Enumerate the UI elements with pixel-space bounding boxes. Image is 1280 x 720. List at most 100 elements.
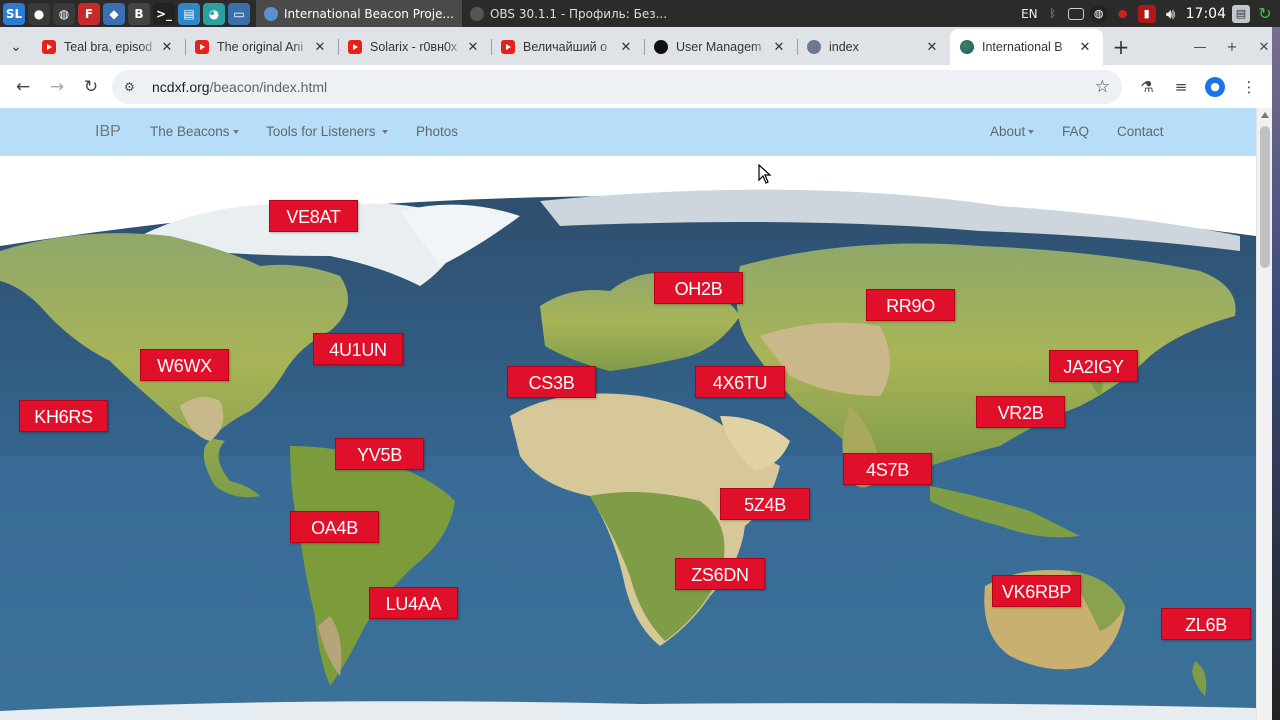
tab-title: index [829, 40, 859, 54]
nav-the-beacons-label: The Beacons [150, 124, 230, 139]
nav-photos[interactable]: Photos [416, 108, 458, 156]
browser-tab-strip: ⌄ Teal bra, episod ✕ The original Ani ✕ Sola… [0, 27, 1280, 65]
url-host: ncdxf.org [152, 78, 210, 95]
browser-tab[interactable]: Teal bra, episod ✕ [32, 29, 185, 65]
page-scrollbar[interactable] [1256, 108, 1272, 720]
youtube-icon [501, 40, 515, 54]
browser-tab[interactable]: Solarix - r0вн0х ✕ [338, 29, 491, 65]
dropdown-caret-icon [232, 130, 239, 135]
nav-faq[interactable]: FAQ [1062, 108, 1089, 156]
bluetooth-icon[interactable]: ᛒ [1044, 5, 1062, 23]
task-app-icon [264, 6, 278, 21]
beacon-label-lu4aa[interactable]: LU4AA [369, 587, 458, 619]
tab-title: Teal bra, episod [64, 40, 153, 54]
tab-close-icon[interactable]: ✕ [1077, 39, 1093, 55]
beacon-label-4s7b[interactable]: 4S7B [843, 453, 932, 485]
minimize-icon[interactable]: — [1184, 40, 1216, 55]
beacon-label-ja2igy[interactable]: JA2IGY [1049, 350, 1138, 382]
nav-tools-for-listeners[interactable]: Tools for Listeners [266, 108, 389, 156]
browser-tab[interactable]: User Managem ✕ [644, 29, 797, 65]
obs-icon-2[interactable]: ◍ [53, 2, 75, 25]
beacon-label-kh6rs[interactable]: KH6RS [19, 400, 108, 432]
launcher-group: SL ● ◍ F ◆ B >_ ▤ ◕ ▭ [0, 2, 250, 25]
mouse-cursor-icon [758, 164, 772, 184]
beacon-label-yv5b[interactable]: YV5B [335, 438, 424, 470]
terminal-icon[interactable]: >_ [153, 2, 175, 25]
browser-tab[interactable]: International B ✕ [950, 29, 1103, 65]
scroll-up-arrow-icon[interactable] [1261, 112, 1269, 118]
filezilla-icon[interactable]: F [78, 2, 100, 25]
maximize-icon[interactable]: + [1216, 40, 1248, 55]
clock[interactable]: 17:04 [1186, 6, 1226, 22]
system-tray: EN ᛒ ◍ ● ▮ 🔊︎ 17:04 ▤ ↻ [1021, 4, 1280, 23]
volume-icon[interactable]: 🔊︎ [1162, 5, 1180, 23]
youtube-icon [42, 40, 56, 54]
beacon-label-oh2b[interactable]: OH2B [654, 272, 743, 304]
ncdxf-globe-icon [960, 40, 974, 54]
beacon-label-oa4b[interactable]: OA4B [290, 511, 379, 543]
tab-close-icon[interactable]: ✕ [465, 39, 481, 55]
beacon-label-vr2b[interactable]: VR2B [976, 396, 1065, 428]
tab-close-icon[interactable]: ✕ [159, 39, 175, 55]
record-icon[interactable]: ● [1114, 5, 1132, 23]
youtube-icon [195, 40, 209, 54]
beacon-label-4u1un[interactable]: 4U1UN [313, 333, 403, 365]
address-bar[interactable]: ⚙ ncdxf.org/beacon/index.html ☆ [112, 69, 1122, 104]
avatar-icon: ● [1205, 76, 1225, 97]
beacon-label-5z4b[interactable]: 5Z4B [720, 488, 810, 520]
nav-the-beacons[interactable]: The Beacons [150, 108, 239, 156]
desktop-icon[interactable]: ▭ [228, 2, 250, 25]
media-control-icon[interactable]: ≡ [1164, 70, 1198, 104]
tab-close-icon[interactable]: ✕ [312, 39, 328, 55]
tab-close-icon[interactable]: ✕ [618, 39, 634, 55]
update-icon[interactable]: ↻ [1256, 4, 1274, 23]
beacon-label-4x6tu[interactable]: 4X6TU [695, 366, 785, 398]
forward-button[interactable]: → [40, 70, 74, 104]
globe-icon [807, 40, 821, 54]
beacon-label-zl6b[interactable]: ZL6B [1161, 608, 1251, 640]
keyboard-layout[interactable]: EN [1021, 7, 1038, 21]
dropdown-caret-icon [1028, 130, 1035, 135]
reload-button[interactable]: ↻ [74, 70, 108, 104]
app-b-icon[interactable]: B [128, 2, 150, 25]
profile-button[interactable]: ● [1198, 70, 1232, 104]
brand-link[interactable]: IBP [95, 108, 121, 156]
display-icon[interactable] [1067, 7, 1084, 20]
taskbar-task[interactable]: International Beacon Proje... [256, 0, 462, 27]
beacon-label-cs3b[interactable]: CS3B [507, 366, 596, 398]
task-app-icon [469, 6, 484, 21]
tab-title: Величайший о [523, 40, 608, 54]
bookmark-star-icon[interactable]: ☆ [1095, 77, 1110, 97]
network-icon[interactable]: ◕ [203, 2, 225, 25]
taskbar-task[interactable]: OBS 30.1.1 - Профиль: Без... [462, 0, 675, 27]
browser-tab[interactable]: index ✕ [797, 29, 950, 65]
site-info-icon[interactable]: ⚙ [124, 80, 142, 94]
sl-app-icon[interactable]: SL [3, 2, 25, 25]
menu-kebab-icon[interactable]: ⋮ [1232, 70, 1266, 104]
obs-tray-icon[interactable]: ◍ [1089, 4, 1108, 23]
beacon-label-w6wx[interactable]: W6WX [140, 349, 229, 381]
new-tab-button[interactable]: + [1103, 29, 1139, 65]
web-page: IBP The Beacons Tools for Listeners Phot… [0, 108, 1256, 720]
tab-close-icon[interactable]: ✕ [771, 39, 787, 55]
obs-icon[interactable]: ● [28, 2, 50, 25]
tab-search-chevron-icon[interactable]: ⌄ [0, 29, 32, 65]
back-button[interactable]: ← [6, 70, 40, 104]
beacon-label-zs6dn[interactable]: ZS6DN [675, 558, 765, 590]
dropdown-caret-icon [382, 130, 389, 135]
browser-tab[interactable]: The original Ani ✕ [185, 29, 338, 65]
nav-contact[interactable]: Contact [1117, 108, 1164, 156]
scroll-thumb[interactable] [1260, 126, 1270, 268]
beacon-label-rr9o[interactable]: RR9O [866, 289, 955, 321]
git-icon[interactable]: ◆ [103, 2, 125, 25]
notification-icon[interactable]: ▮ [1137, 4, 1156, 23]
browser-tab[interactable]: Величайший о ✕ [491, 29, 644, 65]
document-icon[interactable]: ▤ [178, 2, 200, 25]
beacon-label-vk6rbp[interactable]: VK6RBP [992, 575, 1081, 607]
nav-about[interactable]: About [990, 108, 1035, 156]
nav-about-label: About [990, 124, 1026, 139]
window-list-icon[interactable]: ▤ [1232, 4, 1250, 23]
labs-flask-icon[interactable]: ⚗ [1130, 70, 1164, 104]
tab-close-icon[interactable]: ✕ [924, 39, 940, 55]
beacon-label-ve8at[interactable]: VE8AT [269, 200, 358, 232]
